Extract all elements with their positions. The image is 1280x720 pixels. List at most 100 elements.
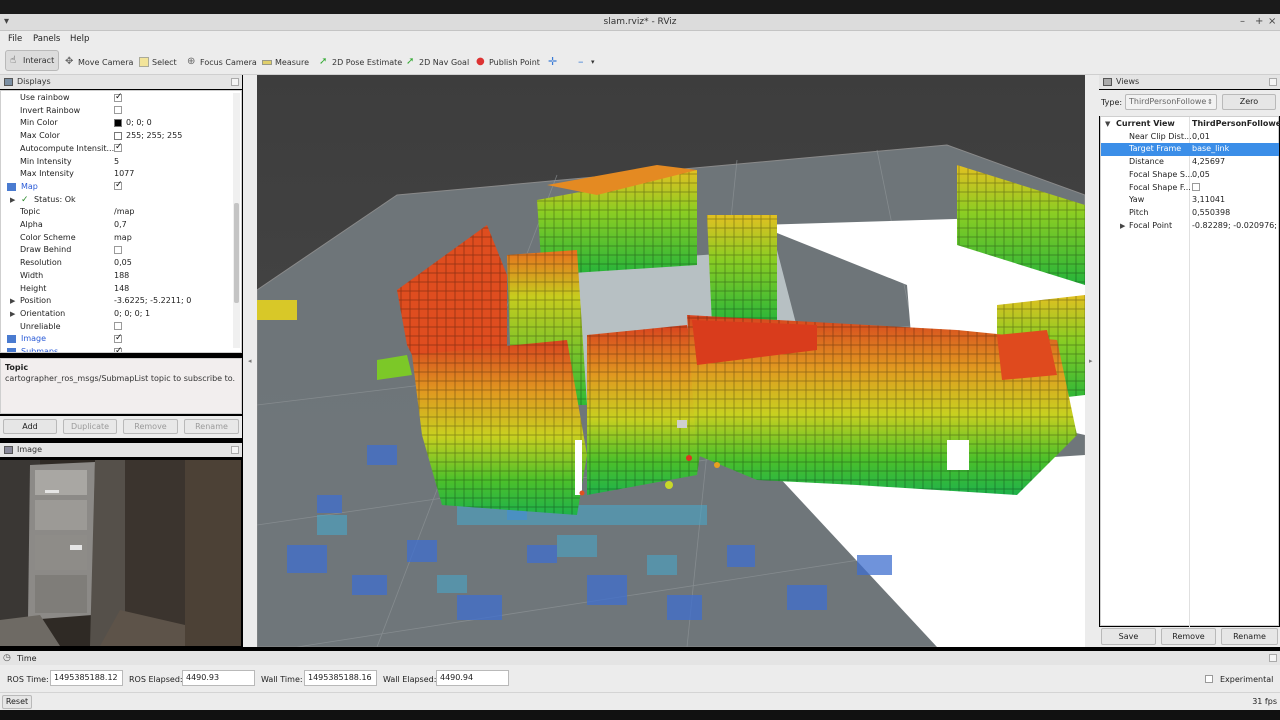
menu-file[interactable]: File	[8, 34, 22, 44]
remove-view-button[interactable]: Remove	[1161, 628, 1216, 645]
property-checkbox[interactable]	[114, 322, 122, 331]
display-property-row[interactable]: Autocompute Intensit...	[1, 141, 233, 156]
view-property-row[interactable]: ▶ Focal Point -0.82289; -0.020976; ...	[1101, 220, 1280, 233]
displays-tree[interactable]: Use rainbow Invert Rainbow Min Color 0; 0; …	[0, 90, 242, 353]
property-check-cell[interactable]	[114, 91, 123, 104]
interact-tool-button[interactable]: ☝ Interact	[5, 50, 60, 71]
property-check-cell[interactable]	[114, 244, 122, 256]
3d-render-view[interactable]	[257, 75, 1085, 647]
view-property-row[interactable]: ▼ Current View ThirdPersonFollowe...	[1101, 118, 1280, 131]
view-property-row[interactable]: Pitch 0,550398	[1101, 207, 1279, 220]
display-property-row[interactable]: ▶ Status: Ok ✓	[1, 194, 233, 207]
maximize-icon[interactable]: +	[1255, 16, 1263, 27]
display-property-row[interactable]: Use rainbow	[1, 91, 233, 105]
property-value: map	[114, 232, 132, 242]
panel-close-icon[interactable]	[231, 78, 239, 86]
view-property-row[interactable]: Distance 4,25697	[1101, 156, 1279, 169]
pose-estimate-tool-button[interactable]: ➚ 2D Pose Estimate	[319, 55, 402, 69]
property-checkbox[interactable]	[114, 179, 123, 191]
property-value: -3.6225; -5.2211; 0	[114, 296, 192, 306]
expand-arrow-icon[interactable]: ▶	[1120, 220, 1125, 232]
display-property-row[interactable]: Resolution 0,05	[1, 257, 233, 270]
property-checkbox[interactable]	[114, 91, 123, 103]
display-property-row[interactable]: Width 188	[1, 270, 233, 283]
expand-arrow-icon[interactable]: ▶	[10, 308, 15, 320]
experimental-checkbox[interactable]	[1205, 675, 1213, 683]
view-property-row[interactable]: Near Clip Dist... 0,01	[1101, 131, 1279, 144]
property-checkbox[interactable]	[114, 345, 123, 352]
expand-arrow-icon[interactable]: ▼	[1105, 118, 1110, 130]
property-check-cell[interactable]	[114, 141, 123, 155]
tree-scrollbar[interactable]	[233, 93, 240, 348]
left-splitter[interactable]: ◂	[243, 75, 257, 647]
remove-display-button[interactable]: Remove	[123, 419, 178, 434]
wall-elapsed-field[interactable]: 4490.94	[436, 670, 509, 686]
display-property-row[interactable]: Draw Behind	[1, 244, 233, 257]
property-check-cell[interactable]	[114, 345, 123, 352]
add-display-button[interactable]: Add	[3, 419, 57, 434]
image-icon	[4, 446, 13, 454]
display-property-row[interactable]: Min Color 0; 0; 0	[1, 117, 233, 130]
property-value: 0,05	[114, 258, 132, 268]
close-icon[interactable]: ×	[1268, 16, 1276, 27]
view-property-row[interactable]: Target Frame base_link	[1101, 143, 1279, 156]
panel-close-icon[interactable]	[1269, 78, 1277, 86]
color-swatch[interactable]	[114, 118, 122, 127]
view-property-row[interactable]: Focal Shape F...	[1101, 182, 1279, 195]
ros-elapsed-field[interactable]: 4490.93	[182, 670, 255, 686]
view-type-select[interactable]: ThirdPersonFollowe ⇕	[1125, 94, 1217, 110]
remove-tool-dropdown[interactable]: – ▾	[578, 55, 595, 69]
rename-view-button[interactable]: Rename	[1221, 628, 1278, 645]
views-tree[interactable]: ▼Current ViewThirdPersonFollowe...Near C…	[1100, 116, 1280, 627]
view-property-row[interactable]: Focal Shape S... 0,05	[1101, 169, 1279, 182]
view-property-row[interactable]: Yaw 3,11041	[1101, 194, 1279, 207]
view-property-check-cell[interactable]	[1192, 182, 1200, 194]
display-property-row[interactable]: Topic/map	[1, 206, 233, 219]
add-tool-button[interactable]: ✛	[548, 55, 561, 69]
menu-panels[interactable]: Panels	[33, 34, 60, 44]
property-checkbox[interactable]	[114, 245, 122, 254]
property-check-cell[interactable]	[114, 179, 123, 193]
display-property-row[interactable]: Color Scheme map	[1, 232, 233, 245]
minimize-icon[interactable]: –	[1240, 16, 1245, 27]
save-view-button[interactable]: Save	[1101, 628, 1156, 645]
display-property-row[interactable]: Invert Rainbow	[1, 105, 233, 118]
move-camera-tool-button[interactable]: ✥ Move Camera	[65, 55, 133, 69]
duplicate-display-button[interactable]: Duplicate	[63, 419, 117, 434]
expand-arrow-icon[interactable]: ▶	[10, 295, 15, 307]
measure-tool-button[interactable]: Measure	[262, 55, 309, 69]
reset-button[interactable]: Reset	[2, 695, 32, 709]
expand-arrow-icon[interactable]: ▶	[10, 194, 15, 206]
display-property-row[interactable]: ▶ Orientation 0; 0; 0; 1	[1, 308, 233, 321]
focus-camera-tool-button[interactable]: ⊕ Focus Camera	[187, 55, 257, 69]
display-property-row[interactable]: Min Intensity 5	[1, 156, 233, 169]
display-property-row[interactable]: Alpha 0,7	[1, 219, 233, 232]
window-title: slam.rviz* - RViz	[603, 17, 677, 27]
property-checkbox[interactable]	[114, 106, 122, 115]
menu-help[interactable]: Help	[70, 34, 89, 44]
property-check-cell[interactable]	[114, 332, 123, 345]
select-tool-button[interactable]: Select	[139, 55, 177, 69]
display-property-row[interactable]: Map	[1, 179, 233, 194]
property-checkbox[interactable]	[114, 141, 123, 153]
minus-icon: –	[578, 55, 584, 68]
panel-close-icon[interactable]	[231, 446, 239, 454]
property-check-cell[interactable]	[114, 321, 122, 333]
ros-time-field[interactable]: 1495385188.12	[50, 670, 123, 686]
property-checkbox[interactable]	[114, 332, 123, 344]
wall-time-field[interactable]: 1495385188.16	[304, 670, 377, 686]
rename-display-button[interactable]: Rename	[184, 419, 239, 434]
display-property-row[interactable]: ▶ Position -3.6225; -5.2211; 0	[1, 295, 233, 308]
color-swatch[interactable]	[114, 131, 122, 140]
nav-goal-tool-button[interactable]: ➚ 2D Nav Goal	[406, 55, 469, 69]
collapse-left-icon: ◂	[248, 357, 252, 365]
display-property-row[interactable]: Height 148	[1, 283, 233, 296]
scrollbar-thumb[interactable]	[234, 203, 239, 303]
display-property-row[interactable]: Submaps	[1, 345, 233, 352]
view-property-checkbox[interactable]	[1192, 183, 1200, 191]
publish-point-tool-button[interactable]: ● Publish Point	[476, 55, 540, 69]
property-check-cell[interactable]	[114, 105, 122, 117]
panel-close-icon[interactable]	[1269, 654, 1277, 662]
right-splitter[interactable]: ▸	[1085, 75, 1099, 647]
zero-button[interactable]: Zero	[1222, 94, 1276, 110]
